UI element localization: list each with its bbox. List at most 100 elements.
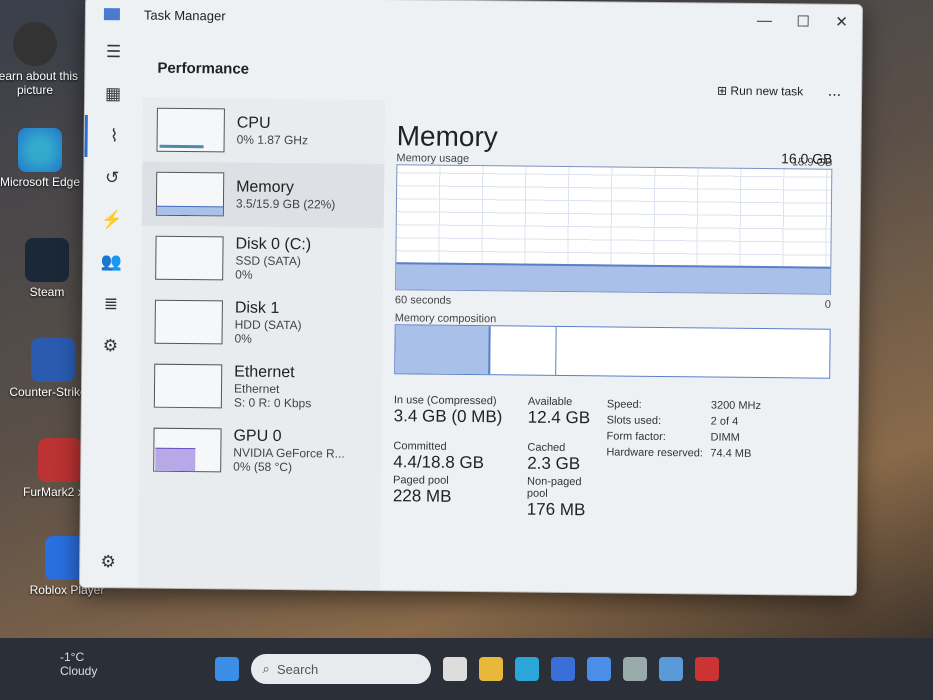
furmark-icon [38, 438, 82, 482]
processes-icon[interactable]: ▦ [85, 73, 141, 116]
search-box[interactable]: ⌕ Search [250, 654, 431, 684]
minimize-button[interactable]: — [757, 12, 772, 29]
memory-composition-bar [394, 324, 831, 379]
store-icon[interactable] [550, 657, 575, 681]
desktop-icon[interactable]: Learn about this picture [0, 22, 85, 97]
device-detail: 0% 1.87 GHz [236, 132, 309, 148]
stat-label: Available [527, 395, 573, 409]
device-cpu[interactable]: CPU 0% 1.87 GHz [142, 98, 385, 165]
run-task-icon: ⊞ [716, 83, 731, 98]
memory-total: 16.0 GB [781, 150, 833, 167]
device-disk-1[interactable]: Disk 1 HDD (SATA) 0% [140, 290, 383, 357]
run-new-task-label: Run new task [730, 83, 804, 99]
task-manager-window: Task Manager — ☐ ✕ ☰ ▦ ⌇ ↺ ⚡ 👥 ≣ ⚙ ⚙ Per… [78, 0, 864, 597]
close-button[interactable]: ✕ [835, 13, 848, 31]
disk0-thumbnail-graph [155, 235, 224, 281]
device-detail: Ethernet [233, 381, 280, 396]
stat-label: Slots used: [606, 414, 662, 427]
stat-value: 74.4 MB [710, 447, 752, 460]
disk1-thumbnail-graph [154, 299, 223, 345]
device-detail: SSD (SATA) [235, 253, 301, 269]
search-icon: ⌕ [262, 661, 278, 676]
title-bar: Task Manager [86, 0, 862, 39]
cs2-icon [31, 338, 75, 382]
outlook-icon[interactable] [586, 657, 611, 681]
composition-free [556, 327, 830, 378]
task-manager-icon [103, 8, 120, 21]
weather-widget[interactable]: -1°C Cloudy [60, 650, 97, 678]
stat-value: 12.4 GB [527, 407, 591, 428]
memory-title: Memory [396, 120, 498, 153]
memory-panel: Memory 16.0 GB Memory usage 15.9 GB 60 se… [393, 120, 833, 523]
stat-label: Form factor: [606, 430, 666, 444]
device-name: GPU 0 [233, 427, 282, 446]
users-icon[interactable]: 👥 [83, 241, 139, 284]
icon-label: Microsoft Edge [0, 175, 81, 189]
start-icon[interactable] [214, 657, 239, 681]
device-memory[interactable]: Memory 3.5/15.9 GB (22%) [141, 161, 385, 229]
stat-value: DIMM [710, 431, 740, 444]
weather-desc: Cloudy [60, 664, 98, 678]
task-manager-taskbar-icon[interactable] [658, 657, 683, 681]
device-gpu-0[interactable]: GPU 0 NVIDIA GeForce R... 0% (58 °C) [139, 418, 382, 485]
stat-label: Speed: [606, 398, 642, 411]
composition-in-use [395, 325, 492, 375]
stat-value: 228 MB [392, 486, 452, 506]
info-icon [13, 22, 57, 66]
stat-label: Non-paged pool [526, 475, 582, 500]
device-detail: 0% [234, 331, 252, 346]
edge-taskbar-icon[interactable] [514, 657, 539, 681]
memory-thumbnail-graph [155, 171, 225, 217]
device-list: CPU 0% 1.87 GHz Memory 3.5/15.9 GB (22%) D… [137, 97, 386, 591]
window-title: Task Manager [143, 7, 226, 23]
settings-taskbar-icon[interactable] [622, 657, 647, 681]
device-ethernet[interactable]: Ethernet Ethernet S: 0 R: 0 Kbps [140, 354, 383, 421]
startup-apps-icon[interactable]: ⚡ [84, 199, 140, 242]
device-detail: 3.5/15.9 GB (22%) [235, 196, 336, 212]
page-title: Performance [157, 59, 250, 78]
memory-usage-fill [396, 261, 831, 294]
device-name: Memory [236, 178, 294, 197]
run-new-task-button[interactable]: ⊞ Run new task [717, 84, 803, 99]
taskbar: -1°C Cloudy ⌕ Search [0, 638, 933, 700]
stat-value: 3.4 GB (0 MB) [393, 406, 503, 427]
cpu-thumbnail-graph [156, 107, 225, 153]
more-options-button[interactable]: ... [828, 83, 842, 101]
weather-temp: -1°C [60, 650, 85, 664]
file-explorer-icon[interactable] [478, 657, 503, 681]
gpu-thumbnail-graph [153, 427, 222, 473]
device-detail: HDD (SATA) [234, 317, 302, 333]
nav-rail: ☰ ▦ ⌇ ↺ ⚡ 👥 ≣ ⚙ ⚙ [80, 31, 142, 588]
device-name: Ethernet [234, 363, 295, 382]
icon-label: Steam [29, 285, 65, 299]
steam-icon [25, 238, 69, 282]
settings-icon[interactable]: ⚙ [80, 541, 136, 584]
search-label: Search [277, 661, 319, 677]
device-detail: NVIDIA GeForce R... [233, 445, 345, 461]
ethernet-thumbnail-graph [153, 363, 223, 409]
app-history-icon[interactable]: ↺ [84, 157, 140, 200]
time-axis-right: 0 [824, 298, 831, 311]
furmark-taskbar-icon[interactable] [694, 657, 719, 681]
icon-label: Learn about this picture [0, 69, 79, 97]
performance-icon[interactable]: ⌇ [84, 114, 141, 158]
task-view-icon[interactable] [442, 657, 467, 681]
services-icon[interactable]: ⚙ [82, 325, 138, 368]
composition-modified [490, 326, 557, 375]
details-icon[interactable]: ≣ [83, 283, 139, 326]
desktop-icon[interactable]: Microsoft Edge [0, 128, 90, 189]
stat-label: Cached [527, 441, 566, 454]
stat-value: 176 MB [526, 499, 586, 520]
device-disk-0[interactable]: Disk 0 (C:) SSD (SATA) 0% [141, 226, 384, 293]
device-detail: 0% [235, 267, 253, 282]
edge-icon [18, 128, 62, 172]
stat-value: 3200 MHz [710, 399, 762, 413]
hamburger-icon[interactable]: ☰ [85, 31, 141, 74]
time-axis-left: 60 seconds [394, 294, 452, 307]
stat-value: 2 of 4 [710, 415, 739, 428]
memory-usage-graph [395, 164, 833, 295]
maximize-button[interactable]: ☐ [796, 12, 810, 30]
stat-value: 2.3 GB [527, 453, 581, 474]
device-detail: S: 0 R: 0 Kbps [233, 395, 312, 411]
usage-label: Memory usage [396, 152, 470, 165]
